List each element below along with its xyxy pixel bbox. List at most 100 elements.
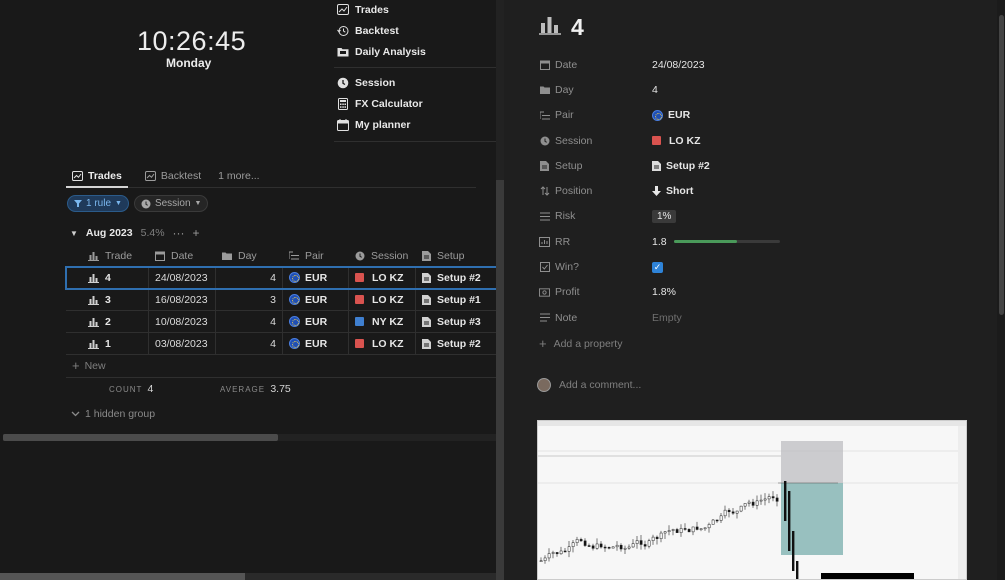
rr-value: 1.8 xyxy=(652,235,667,248)
win-checkbox[interactable]: ✓ xyxy=(652,261,663,273)
table-row[interactable]: 2 10/08/2023 4 EUR NY KZ Setup #3 xyxy=(66,311,504,333)
property-risk[interactable]: Risk 1% xyxy=(539,204,959,229)
cell-day[interactable]: 4 xyxy=(216,267,283,288)
count-summary[interactable]: COUNT 4 xyxy=(109,383,153,395)
property-profit[interactable]: Profit 1.8% xyxy=(539,280,959,305)
column-header-session[interactable]: Session xyxy=(349,245,416,266)
column-header-day[interactable]: Day xyxy=(216,245,283,266)
more-options-icon[interactable]: ··· xyxy=(173,226,185,240)
database-view-tabs: Trades Backtest 1 more... xyxy=(66,164,476,188)
cell-trade[interactable]: 2 xyxy=(66,311,149,332)
trade-chart-screenshot[interactable] xyxy=(537,420,967,580)
property-day[interactable]: Day 4 xyxy=(539,77,959,102)
cell-pair[interactable]: EUR xyxy=(283,333,349,354)
pane-vertical-scrollbar[interactable] xyxy=(496,180,504,580)
tab-backtest[interactable]: Backtest xyxy=(139,165,207,187)
page-horizontal-scrollbar[interactable] xyxy=(0,573,504,580)
cell-day[interactable]: 4 xyxy=(216,311,283,332)
comment-input[interactable]: Add a comment... xyxy=(537,378,641,392)
property-note[interactable]: Note Empty xyxy=(539,305,959,330)
cell-trade[interactable]: 1 xyxy=(66,333,149,354)
nav-item-daily-analysis[interactable]: Daily Analysis xyxy=(334,41,496,62)
property-pair[interactable]: Pair EUR xyxy=(539,103,959,128)
property-setup[interactable]: Setup Setup #2 xyxy=(539,153,959,178)
candle-body xyxy=(767,496,771,500)
add-icon[interactable]: + xyxy=(193,226,200,240)
property-value[interactable]: 1.8% xyxy=(652,286,676,298)
cell-setup[interactable]: Setup #1 xyxy=(416,289,504,310)
trades-icon xyxy=(144,170,156,181)
column-label: Trade xyxy=(105,249,133,262)
cell-session[interactable]: LO KZ xyxy=(349,333,416,354)
property-value[interactable]: Empty xyxy=(652,312,682,324)
property-date[interactable]: Date 24/08/2023 xyxy=(539,52,959,77)
cell-day[interactable]: 3 xyxy=(216,289,283,310)
tab-trades[interactable]: Trades xyxy=(66,164,128,188)
table-row[interactable]: 3 16/08/2023 3 EUR LO KZ Setup #1 xyxy=(66,289,504,311)
column-header-pair[interactable]: Pair xyxy=(283,245,349,266)
detail-vertical-scrollbar[interactable] xyxy=(997,0,1005,580)
property-value[interactable]: 1.8 xyxy=(652,236,780,248)
filter-rule-chip[interactable]: 1 rule ▼ xyxy=(67,195,129,212)
nav-item-my-planner[interactable]: My planner xyxy=(334,114,496,135)
cell-trade[interactable]: 4 xyxy=(66,267,149,288)
group-header[interactable]: ▼ Aug 2023 5.4% ··· + xyxy=(70,226,200,240)
property-value[interactable]: Setup #2 xyxy=(652,160,710,172)
cell-day[interactable]: 4 xyxy=(216,333,283,354)
cell-session[interactable]: NY KZ xyxy=(349,311,416,332)
property-value[interactable]: 4 xyxy=(652,84,658,96)
nav-item-session[interactable]: Session xyxy=(334,72,496,93)
cell-date[interactable]: 24/08/2023 xyxy=(149,267,216,288)
table-horizontal-scrollbar[interactable] xyxy=(3,434,496,441)
calendar-icon xyxy=(539,59,550,70)
table-summary: COUNT 4 AVERAGE 3.75 xyxy=(66,377,496,399)
filter-session-chip[interactable]: Session ▼ xyxy=(133,195,209,212)
table-row[interactable]: 4 24/08/2023 4 EUR LO KZ Setup #2 xyxy=(65,266,504,290)
nav-item-backtest[interactable]: Backtest xyxy=(334,20,496,41)
property-position[interactable]: Position Short xyxy=(539,178,959,203)
scrollbar-thumb[interactable] xyxy=(3,434,278,441)
cell-date[interactable]: 10/08/2023 xyxy=(149,311,216,332)
property-value[interactable]: EUR xyxy=(652,109,690,121)
property-name: Pair xyxy=(555,109,574,122)
cell-date[interactable]: 16/08/2023 xyxy=(149,289,216,310)
column-header-trade[interactable]: Trade xyxy=(66,245,149,266)
property-session[interactable]: Session LO KZ xyxy=(539,128,959,153)
property-value[interactable]: Short xyxy=(652,185,693,197)
property-value[interactable]: 1% xyxy=(652,209,677,223)
add-property-button[interactable]: + Add a property xyxy=(539,336,622,351)
property-list: Date 24/08/2023 Day 4 Pair EUR Session L… xyxy=(539,52,959,330)
tab-more[interactable]: 1 more... xyxy=(218,165,265,187)
record-title[interactable]: 4 xyxy=(539,14,584,41)
column-header-setup[interactable]: Setup xyxy=(416,245,504,266)
document-icon xyxy=(422,272,431,283)
column-header-date[interactable]: Date xyxy=(149,245,216,266)
new-row-button[interactable]: + New xyxy=(72,358,106,373)
table-row[interactable]: 1 03/08/2023 4 EUR LO KZ Setup #2 xyxy=(66,333,504,355)
scrollbar-thumb[interactable] xyxy=(999,15,1004,315)
property-value[interactable]: 24/08/2023 xyxy=(652,59,705,71)
cell-pair[interactable]: EUR xyxy=(283,267,349,288)
property-rr[interactable]: RR 1.8 xyxy=(539,229,959,254)
collapse-triangle-icon[interactable]: ▼ xyxy=(70,229,78,238)
cell-trade[interactable]: 3 xyxy=(66,289,149,310)
cell-setup[interactable]: Setup #2 xyxy=(416,333,504,354)
cell-session[interactable]: LO KZ xyxy=(349,289,416,310)
nav-item-fx-calculator[interactable]: FX Calculator xyxy=(334,93,496,114)
nav-item-trades[interactable]: Trades xyxy=(334,0,496,20)
cell-pair[interactable]: EUR xyxy=(283,289,349,310)
property-win[interactable]: Win? ✓ xyxy=(539,254,959,279)
cell-pair[interactable]: EUR xyxy=(283,311,349,332)
cell-setup[interactable]: Setup #2 xyxy=(416,267,504,288)
cell-session[interactable]: LO KZ xyxy=(349,267,416,288)
candle-body xyxy=(711,519,715,525)
cell-date[interactable]: 03/08/2023 xyxy=(149,333,216,354)
average-summary[interactable]: AVERAGE 3.75 xyxy=(220,383,291,395)
pair-value: EUR xyxy=(305,271,328,284)
pair-value: EUR xyxy=(305,293,328,306)
scrollbar-thumb[interactable] xyxy=(0,573,245,580)
cell-setup[interactable]: Setup #3 xyxy=(416,311,504,332)
property-value[interactable]: LO KZ xyxy=(652,135,701,147)
candle-body xyxy=(743,503,747,507)
hidden-group-toggle[interactable]: 1 hidden group xyxy=(71,408,155,420)
